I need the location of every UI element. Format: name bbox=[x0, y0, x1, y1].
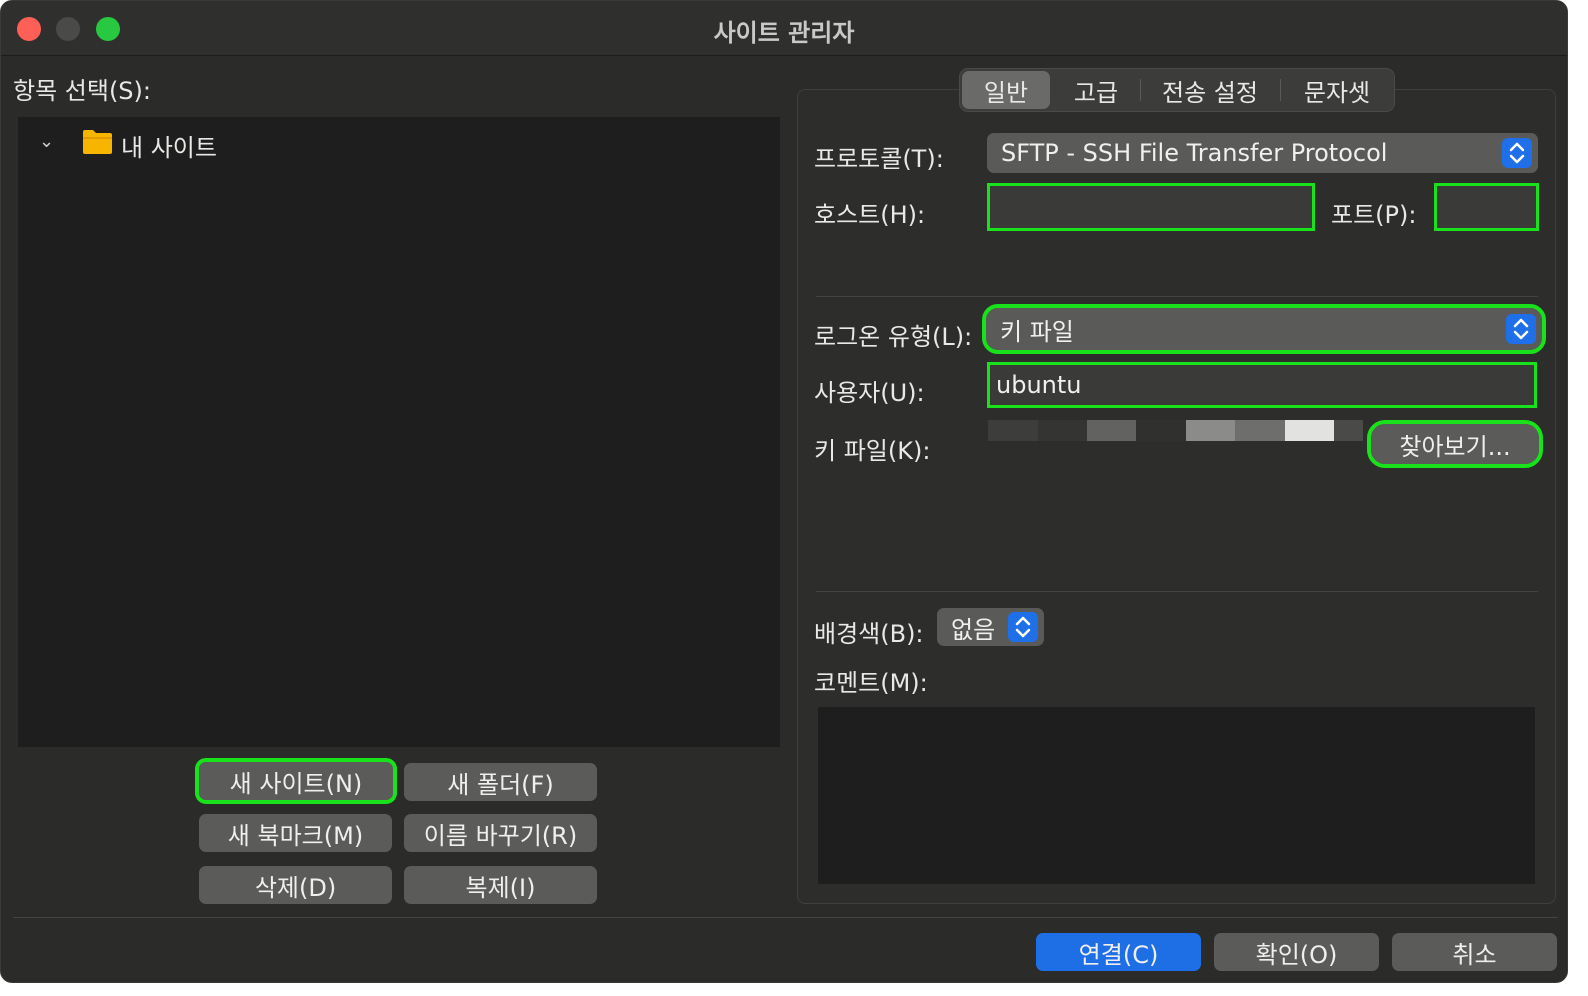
chevron-down-icon[interactable]: ⌄ bbox=[39, 131, 54, 152]
comment-textarea[interactable] bbox=[818, 707, 1535, 884]
rename-button[interactable]: 이름 바꾸기(R) bbox=[404, 814, 597, 852]
title-bar: 사이트 관리자 bbox=[1, 1, 1567, 56]
footer-divider bbox=[13, 917, 1558, 918]
user-label: 사용자(U): bbox=[814, 379, 925, 407]
updown-chevron-icon bbox=[1506, 314, 1536, 344]
new-folder-button[interactable]: 새 폴더(F) bbox=[404, 763, 597, 801]
user-input[interactable]: ubuntu bbox=[987, 362, 1537, 408]
browse-button[interactable]: 찾아보기... bbox=[1367, 420, 1543, 468]
section-divider bbox=[816, 296, 1538, 297]
select-entry-label: 항목 선택(S): bbox=[13, 77, 151, 105]
background-color-value: 없음 bbox=[951, 615, 996, 644]
protocol-label: 프로토콜(T): bbox=[814, 145, 944, 173]
port-input[interactable] bbox=[1434, 183, 1539, 231]
folder-icon bbox=[83, 130, 112, 154]
tab-charset[interactable]: 문자셋 bbox=[1282, 69, 1392, 111]
updown-chevron-icon bbox=[1502, 138, 1532, 168]
tab-divider bbox=[1280, 79, 1281, 101]
new-bookmark-button[interactable]: 새 북마크(M) bbox=[199, 814, 392, 852]
protocol-select[interactable]: SFTP - SSH File Transfer Protocol bbox=[987, 133, 1538, 173]
updown-chevron-icon bbox=[1008, 612, 1038, 642]
protocol-value: SFTP - SSH File Transfer Protocol bbox=[1001, 139, 1388, 167]
logon-type-value: 키 파일 bbox=[1000, 317, 1074, 346]
tab-advanced[interactable]: 고급 bbox=[1054, 69, 1138, 111]
cancel-button[interactable]: 취소 bbox=[1392, 933, 1557, 971]
logon-type-label: 로그온 유형(L): bbox=[814, 323, 973, 351]
site-manager-window: 사이트 관리자 항목 선택(S): ⌄ 내 사이트 새 사이트(N) 새 폴더(… bbox=[0, 0, 1568, 983]
tree-item-my-sites[interactable]: 내 사이트 bbox=[121, 128, 217, 163]
background-color-label: 배경색(B): bbox=[814, 620, 924, 648]
tab-bar: 일반 고급 전송 설정 문자셋 bbox=[959, 68, 1395, 112]
delete-button[interactable]: 삭제(D) bbox=[199, 866, 392, 904]
new-site-button[interactable]: 새 사이트(N) bbox=[195, 758, 397, 804]
comment-label: 코멘트(M): bbox=[814, 669, 928, 697]
port-label: 포트(P): bbox=[1331, 201, 1417, 229]
tab-general[interactable]: 일반 bbox=[962, 71, 1050, 109]
ok-button[interactable]: 확인(O) bbox=[1214, 933, 1379, 971]
site-tree[interactable] bbox=[18, 117, 780, 747]
tab-transfer-settings[interactable]: 전송 설정 bbox=[1142, 69, 1278, 111]
host-label: 호스트(H): bbox=[814, 201, 926, 229]
connect-button[interactable]: 연결(C) bbox=[1036, 933, 1201, 971]
logon-type-select[interactable]: 키 파일 bbox=[982, 304, 1546, 354]
host-input[interactable] bbox=[987, 183, 1315, 231]
window-title: 사이트 관리자 bbox=[713, 19, 855, 47]
tab-divider bbox=[1140, 79, 1141, 101]
duplicate-button[interactable]: 복제(I) bbox=[404, 866, 597, 904]
section-divider bbox=[816, 591, 1538, 592]
background-color-select[interactable]: 없음 bbox=[937, 608, 1044, 646]
key-file-label: 키 파일(K): bbox=[814, 437, 931, 465]
